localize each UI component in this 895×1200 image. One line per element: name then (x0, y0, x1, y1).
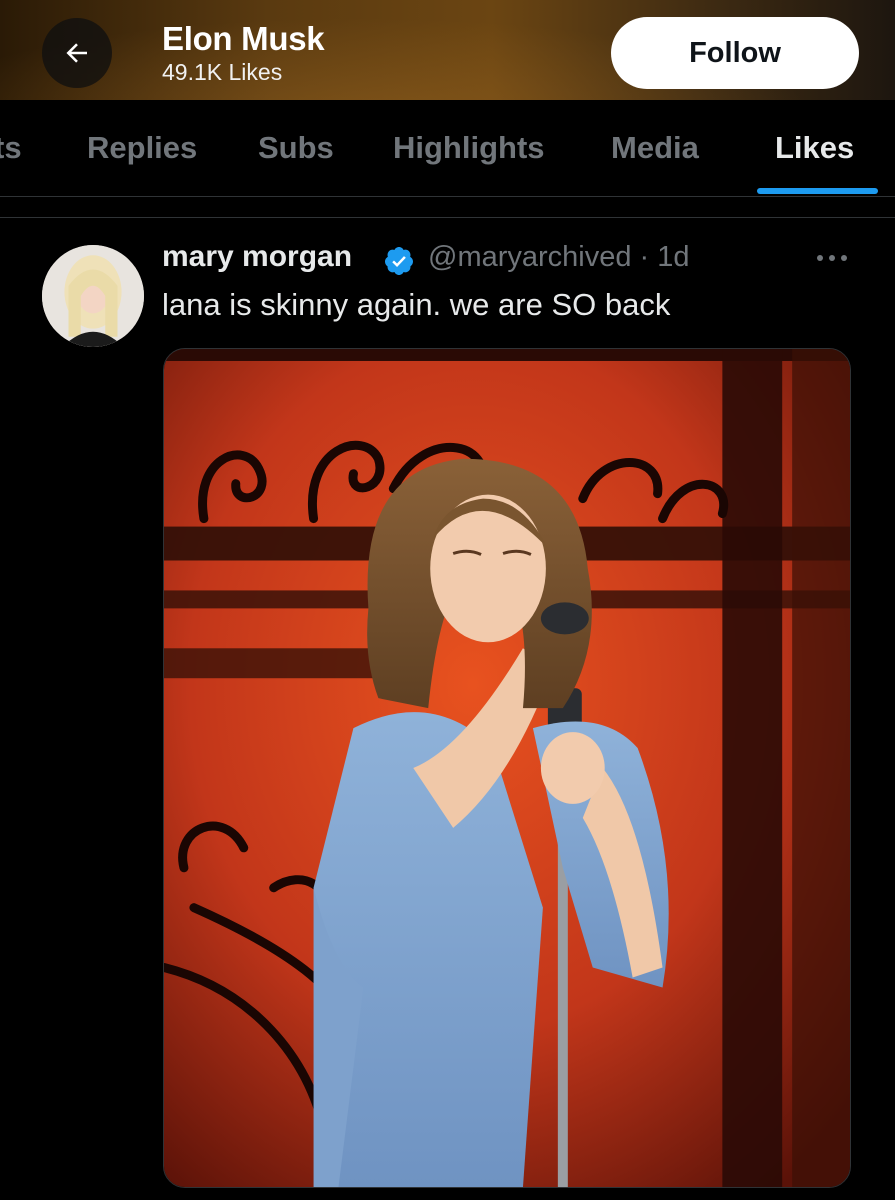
profile-name: Elon Musk (162, 20, 325, 57)
active-tab-indicator (757, 188, 878, 194)
divider (0, 217, 895, 218)
profile-header: Elon Musk 49.1K Likes Follow (0, 0, 895, 100)
back-button[interactable] (42, 18, 112, 88)
arrow-left-icon (66, 43, 87, 63)
profile-tabs: ts Replies Subs Highlights Media Likes (0, 100, 895, 196)
likes-count: 49.1K Likes (162, 59, 283, 85)
tab-media[interactable]: Media (611, 130, 699, 166)
divider (0, 196, 895, 197)
tweet-media-image[interactable] (163, 348, 851, 1188)
author-name[interactable]: mary morgan (162, 240, 352, 274)
tweet-text: lana is skinny again. we are SO back (162, 287, 671, 322)
handle-and-timestamp[interactable]: @maryarchived · 1d (428, 241, 690, 274)
follow-button[interactable]: Follow (611, 17, 859, 89)
tab-posts[interactable]: ts (0, 130, 22, 166)
tab-subs[interactable]: Subs (258, 130, 334, 166)
verified-badge-icon (384, 247, 413, 275)
more-horizontal-icon[interactable] (811, 246, 853, 270)
tab-replies[interactable]: Replies (87, 130, 197, 166)
tab-highlights[interactable]: Highlights (393, 130, 545, 166)
avatar[interactable] (42, 245, 144, 347)
tab-likes[interactable]: Likes (775, 130, 854, 166)
